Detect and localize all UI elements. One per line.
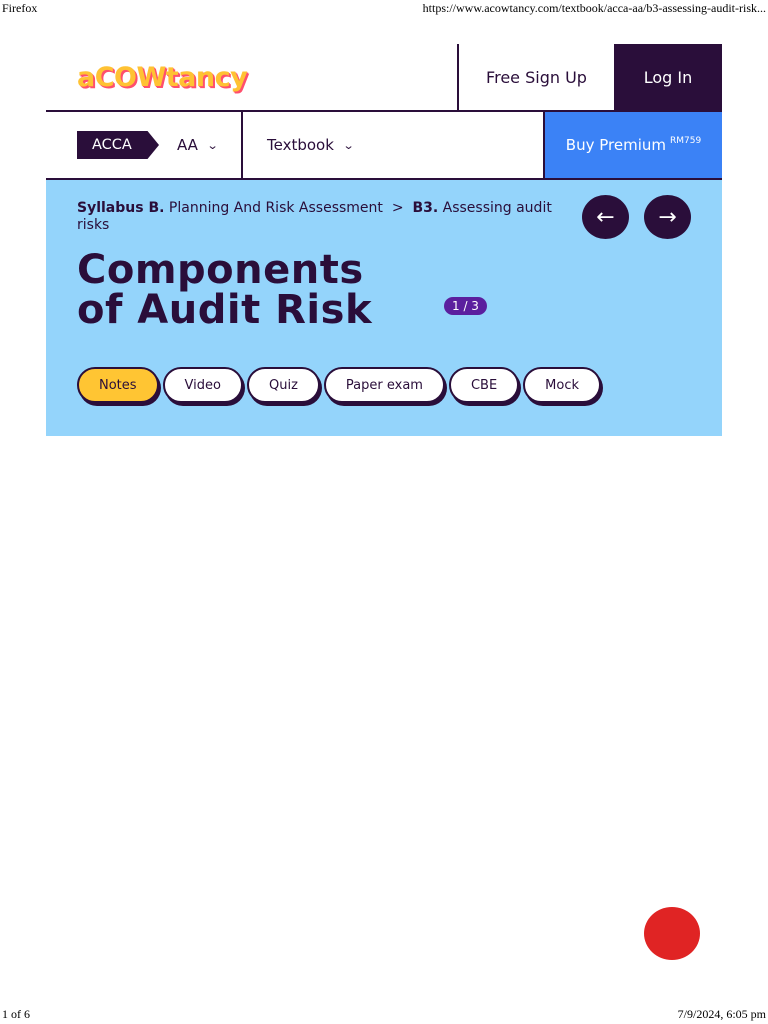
acca-tag[interactable]: ACCA [77,131,159,159]
arrow-left-icon: ← [596,204,615,230]
print-page-number: 1 of 6 [2,1007,30,1021]
breadcrumb: Syllabus B. Planning And Risk Assessment… [77,200,557,234]
premium-price: RM759 [670,136,702,146]
breadcrumb-separator: > [391,200,404,216]
arrow-right-icon: → [658,204,677,230]
logo[interactable]: aCOWtancy [77,62,248,93]
buy-premium-button[interactable]: Buy Premium RM759 [543,112,722,178]
log-in-button[interactable]: Log In [614,44,722,110]
tab-notes[interactable]: Notes [77,367,159,403]
free-sign-up-button[interactable]: Free Sign Up [457,44,614,110]
print-datetime: 7/9/2024, 6:05 pm [677,1007,766,1021]
tab-paper-exam[interactable]: Paper exam [323,367,445,403]
section-dropdown-label: Textbook [267,136,334,154]
chevron-down-icon: ⌄ [206,138,219,152]
print-url: https://www.acowtancy.com/textbook/acca-… [422,1,766,15]
tab-mock[interactable]: Mock [523,367,602,403]
previous-button[interactable]: ← [582,195,629,239]
top-header: aCOWtancy Free Sign Up Log In [46,44,722,112]
page-title: Components of Audit Risk [77,250,372,330]
breadcrumb-syllabus: Syllabus B. [77,200,165,216]
print-footer: 1 of 6 7/9/2024, 6:05 pm [0,1007,768,1022]
buy-premium-label: Buy Premium [565,136,666,154]
breadcrumb-section[interactable]: Planning And Risk Assessment [169,200,383,216]
chevron-down-icon: ⌄ [342,138,355,152]
print-header: Firefox https://www.acowtancy.com/textbo… [0,1,768,16]
next-button[interactable]: → [644,195,691,239]
paper-dropdown-label: AA [177,136,198,154]
logo-area[interactable]: aCOWtancy [46,44,457,110]
tab-video[interactable]: Video [162,367,243,403]
page-title-line-2: of Audit Risk [77,287,373,333]
course-selector: ACCA AA ⌄ [46,112,243,178]
content-tabs: Notes Video Quiz Paper exam CBE Mock [77,367,602,403]
page-counter-badge: 1 / 3 [444,297,487,315]
section-dropdown[interactable]: Textbook ⌄ [243,112,543,178]
tab-cbe[interactable]: CBE [448,367,520,403]
page-title-line-1: Components [77,247,364,293]
chat-button[interactable] [644,907,700,960]
tab-quiz[interactable]: Quiz [246,367,320,403]
course-nav: ACCA AA ⌄ Textbook ⌄ Buy Premium RM759 [46,112,722,180]
breadcrumb-subsection-code: B3. [412,200,439,216]
print-app-name: Firefox [2,1,38,15]
paper-dropdown[interactable]: AA ⌄ [177,136,219,154]
hero-section: Syllabus B. Planning And Risk Assessment… [46,180,722,436]
